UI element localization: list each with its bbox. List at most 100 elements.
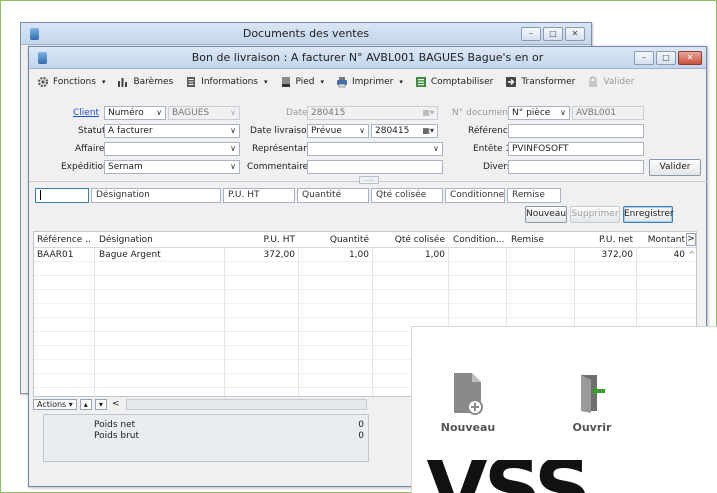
reference-field[interactable] [508, 124, 644, 138]
table-row[interactable] [34, 262, 696, 276]
maximize-button[interactable]: □ [656, 51, 676, 65]
ndoc-type-select[interactable]: N° pièce ∨ [508, 106, 570, 120]
toolbar-transformer[interactable]: Transformer [505, 76, 575, 88]
commentaires-field[interactable] [307, 160, 443, 174]
move-down-button[interactable]: ▾ [94, 398, 107, 410]
entete-label: Entête 1 [473, 144, 512, 154]
cell-pu-ht: 372,00 [263, 250, 296, 260]
toolbar-pied[interactable]: Pied ▾ [280, 76, 324, 88]
chevron-down-icon: ∨ [359, 126, 365, 135]
nouveau-launch-button[interactable]: Nouveau [438, 371, 498, 434]
splitter-grip[interactable]: .... [359, 176, 379, 184]
column-header-pu-net[interactable]: P.U. net [574, 232, 636, 247]
launcher-panel: Nouveau Ouvrir VSS [411, 326, 717, 493]
valider-header-button[interactable]: Valider [649, 159, 701, 176]
chevron-down-icon: ∨ [230, 162, 236, 171]
client-link[interactable]: Client [73, 108, 99, 118]
calendar-icon: ▦▾ [422, 108, 434, 117]
date-value: 280415 [311, 108, 346, 118]
nouveau-launch-label: Nouveau [440, 421, 496, 434]
lock-icon [587, 76, 599, 88]
close-button[interactable]: ✕ [565, 27, 585, 41]
statut-select[interactable]: A facturer ∨ [104, 124, 240, 138]
poids-net-label: Poids net [94, 420, 136, 430]
toolbar-label: Comptabiliser [430, 77, 494, 87]
affaire-select[interactable]: ∨ [104, 142, 240, 156]
chevron-down-icon: ∨ [230, 108, 236, 117]
column-header-reference[interactable]: Référence ... [34, 232, 92, 247]
horizontal-scrollbar[interactable] [126, 398, 367, 410]
expedition-select[interactable]: Sernam ∨ [104, 160, 240, 174]
client-type-select[interactable]: Numéro ∨ [104, 106, 166, 120]
conditionnement-entry[interactable]: Conditionne [445, 188, 505, 203]
ndoc-field[interactable]: AVBL001 [572, 106, 644, 120]
column-header-qte-colisee[interactable]: Qté colisée [372, 232, 448, 247]
scroll-up-button[interactable]: ^ [688, 250, 695, 259]
column-header-conditionnement[interactable]: Condition... [450, 232, 506, 247]
reference-label: Référence [468, 126, 514, 136]
ouvrir-launch-button[interactable]: Ouvrir [562, 371, 622, 434]
toolbar-label: Pied [295, 77, 315, 87]
toolbar-valider[interactable]: Valider [587, 76, 634, 88]
minimize-button[interactable]: – [521, 27, 541, 41]
scroll-right-button[interactable]: > [686, 233, 696, 246]
ndoc-value: AVBL001 [576, 108, 617, 118]
cell-qte-colisee: 1,00 [424, 250, 445, 260]
client-field[interactable]: BAGUES ∨ [168, 106, 240, 120]
ndoc-label: N° document [452, 108, 512, 118]
pu-ht-entry[interactable]: P.U. HT [223, 188, 295, 203]
column-header-designation[interactable]: Désignation [96, 232, 224, 247]
toolbar-comptabiliser[interactable]: Comptabiliser [415, 76, 493, 88]
date-livraison-type-select[interactable]: Prévue ∨ [307, 124, 369, 138]
supprimer-line-button[interactable]: Supprimer [570, 206, 620, 223]
chevron-down-icon: ∨ [230, 144, 236, 153]
toolbar-label: Barèmes [133, 77, 174, 87]
toolbar-informations[interactable]: Informations ▾ [185, 76, 268, 88]
statut-value: A facturer [108, 126, 153, 136]
entete-field[interactable]: PVINFOSOFT [508, 142, 644, 156]
affaire-label: Affaire [75, 144, 105, 154]
representant-select[interactable]: ∨ [307, 142, 443, 156]
actions-menu[interactable]: Actions ▾ [33, 398, 77, 410]
quantite-entry[interactable]: Quantité [297, 188, 369, 203]
column-header-pu-ht[interactable]: P.U. HT [224, 232, 298, 247]
table-row[interactable] [34, 276, 696, 290]
representant-label: Représentant [252, 144, 313, 154]
entete-value: PVINFOSOFT [512, 144, 569, 154]
table-row[interactable]: BAAR01 Bague Argent 372,00 1,00 1,00 372… [34, 248, 696, 262]
maximize-button[interactable]: □ [543, 27, 563, 41]
ledger-icon [415, 76, 427, 88]
grid-header: Référence ... Désignation P.U. HT Quanti… [34, 232, 696, 248]
table-row[interactable] [34, 304, 696, 318]
bg-window-titlebar: Documents des ventes – □ ✕ [21, 23, 591, 45]
scroll-left-button[interactable]: < [112, 399, 120, 409]
date-field[interactable]: 280415 ▦▾ [307, 106, 438, 120]
remise-entry[interactable]: Remise [507, 188, 561, 203]
column-header-remise[interactable]: Remise [508, 232, 574, 247]
toolbar-baremes[interactable]: Barèmes [117, 76, 173, 88]
reference-entry[interactable] [35, 188, 89, 203]
toolbar-imprimer[interactable]: Imprimer ▾ [336, 76, 403, 88]
minimize-button[interactable]: – [634, 51, 654, 65]
toolbar-fonctions[interactable]: Fonctions ▾ [37, 76, 105, 88]
column-header-montant[interactable]: Montant [636, 232, 688, 247]
commentaires-label: Commentaires [247, 162, 313, 172]
totals-panel: Poids net Poids brut 0 0 [43, 414, 369, 462]
table-row[interactable] [34, 290, 696, 304]
cell-conditionnement [450, 248, 506, 261]
date-livraison-field[interactable]: 280415 ▦▾ [371, 124, 438, 138]
column-header-quantite[interactable]: Quantité [298, 232, 372, 247]
client-type-value: Numéro [108, 108, 144, 118]
statut-label: Statut [78, 126, 106, 136]
calendar-icon: ▦▾ [422, 126, 434, 135]
designation-entry[interactable]: Désignation [91, 188, 221, 203]
qte-colisee-entry[interactable]: Qté colisée [371, 188, 443, 203]
toolbar-label: Imprimer [352, 77, 394, 87]
enregistrer-line-button[interactable]: Enregistrer [623, 206, 674, 223]
close-button[interactable]: ✕ [678, 51, 702, 65]
move-up-button[interactable]: ▴ [79, 398, 92, 410]
chevron-down-icon: ▾ [399, 78, 403, 86]
toolbar-label: Valider [603, 77, 635, 87]
nouveau-line-button[interactable]: Nouveau [525, 206, 567, 223]
divers-field[interactable] [508, 160, 644, 174]
